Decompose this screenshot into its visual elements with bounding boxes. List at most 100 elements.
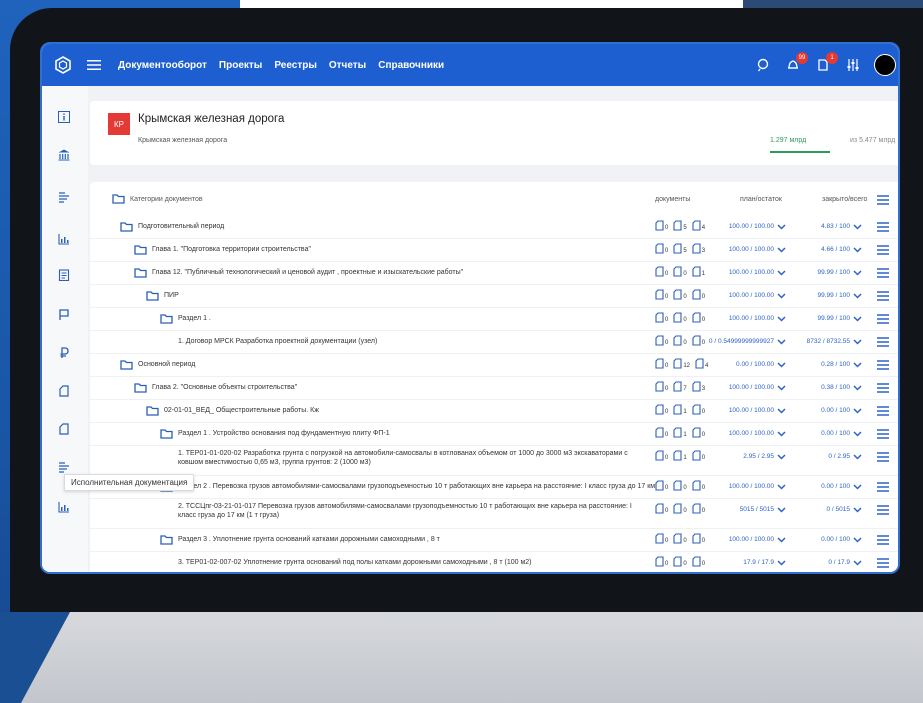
table-row[interactable]: 3. ТЕР01-02-007-02 Уплотнение грунта осн… [90,552,898,572]
table-row[interactable]: Глава 2. "Основные объекты строительства… [90,377,898,400]
row-plan[interactable]: 100.00 / 100.00 [729,536,786,543]
doc-count[interactable]: 0 [655,243,668,254]
doc-count[interactable]: 0 [655,220,668,231]
nav-registries[interactable]: Реестры [274,60,317,71]
doc-count[interactable]: 1 [673,427,687,438]
row-closed[interactable]: 0.00 / 100 [821,483,862,490]
row-menu-icon[interactable] [876,450,890,464]
chart-icon[interactable] [55,498,73,516]
document-icon[interactable] [55,382,73,400]
row-menu-icon[interactable] [876,358,890,372]
row-plan[interactable]: 100.00 / 100.00 [729,269,786,276]
row-closed[interactable]: 0 / 5015 [827,506,863,513]
doc-count[interactable]: 0 [673,480,687,491]
doc-count[interactable]: 5 [673,220,687,231]
row-closed[interactable]: 99.99 / 100 [817,269,862,276]
row-closed[interactable]: 4.83 / 100 [821,223,862,230]
row-closed[interactable]: 0.00 / 100 [821,407,862,414]
table-row[interactable]: Глава 1. "Подготовка территории строител… [90,239,898,262]
flag-icon[interactable] [55,306,73,324]
row-menu-icon[interactable] [876,289,890,303]
row-closed[interactable]: 0 / 17.9 [828,559,862,566]
row-menu-icon[interactable] [876,533,890,547]
doc-count[interactable]: 0 [673,533,687,544]
doc-count[interactable]: 0 [655,450,668,461]
table-row[interactable]: Раздел 3 . Уплотнение грунта оснований к… [90,529,898,552]
row-plan[interactable]: 100.00 / 100.00 [729,384,786,391]
row-menu-icon[interactable] [876,381,890,395]
table-row[interactable]: ПИР 0 0 0 100.00 / 100.00 99.99 / 100 [90,285,898,308]
row-closed[interactable]: 0.00 / 100 [821,536,862,543]
row-plan[interactable]: 100.00 / 100.00 [729,223,786,230]
document-icon[interactable]: 1 [814,52,838,74]
doc-count[interactable]: 0 [655,480,668,491]
row-menu-icon[interactable] [876,312,890,326]
row-plan[interactable]: 100.00 / 100.00 [729,315,786,322]
doc-count[interactable]: 0 [673,503,687,514]
row-closed[interactable]: 4.66 / 100 [821,246,862,253]
doc-count[interactable]: 12 [673,358,690,369]
row-menu-icon[interactable] [876,335,890,349]
ruble-icon[interactable] [55,344,73,362]
avatar[interactable] [874,54,896,76]
doc-count[interactable]: 0 [692,427,705,438]
row-plan[interactable]: 5015 / 5015 [740,506,786,513]
row-menu-icon[interactable] [876,480,890,494]
row-closed[interactable]: 0.00 / 100 [821,430,862,437]
doc-count[interactable]: 7 [673,381,687,392]
row-menu-icon[interactable] [876,503,890,517]
doc-count[interactable]: 0 [692,335,705,346]
doc-count[interactable]: 0 [655,381,668,392]
table-row[interactable]: 1. Договор МРСК Разработка проектной док… [90,331,898,354]
doc-count[interactable]: 0 [692,289,705,300]
doc-count[interactable]: 0 [655,289,668,300]
row-plan[interactable]: 0 / 0.54999999999927 [709,338,786,345]
doc-count[interactable]: 0 [673,266,687,277]
doc-count[interactable]: 0 [692,533,705,544]
doc-count[interactable]: 0 [655,404,668,415]
doc-count[interactable]: 0 [673,289,687,300]
doc-count[interactable]: 0 [655,503,668,514]
row-menu-icon[interactable] [876,556,890,570]
doc-count[interactable]: 5 [673,243,687,254]
nav-projects[interactable]: Проекты [219,60,262,71]
row-menu-icon[interactable] [876,427,890,441]
doc-count[interactable]: 0 [692,480,705,491]
chart-icon[interactable] [55,230,73,248]
calendar-icon[interactable] [55,266,73,284]
row-closed[interactable]: 99.99 / 100 [817,315,862,322]
row-plan[interactable]: 100.00 / 100.00 [729,407,786,414]
row-menu-icon[interactable] [876,266,890,280]
doc-count[interactable]: 0 [692,450,705,461]
doc-count[interactable]: 0 [673,335,687,346]
logo-icon[interactable] [48,44,78,86]
bell-icon[interactable]: 99 [784,52,808,74]
row-plan[interactable]: 100.00 / 100.00 [729,246,786,253]
nav-documents[interactable]: Документооборот [118,60,207,71]
header-menu-icon[interactable] [876,193,890,207]
doc-count[interactable]: 0 [655,358,668,369]
doc-count[interactable]: 0 [655,556,668,567]
doc-count[interactable]: 0 [673,556,687,567]
list-icon[interactable] [55,188,73,206]
row-closed[interactable]: 0.28 / 100 [821,361,862,368]
doc-count[interactable]: 3 [692,243,705,254]
doc-count[interactable]: 0 [692,556,705,567]
row-plan[interactable]: 0.00 / 100.00 [736,361,786,368]
doc-count[interactable]: 1 [673,450,687,461]
search-icon[interactable] [754,56,772,74]
table-row[interactable]: Раздел 1 . 0 0 0 100.00 / 100.00 99.99 / 100 [90,308,898,331]
doc-count[interactable]: 0 [655,266,668,277]
doc-count[interactable]: 1 [673,404,687,415]
doc-count[interactable]: 4 [692,220,705,231]
row-closed[interactable]: 8732 / 8732.55 [807,338,862,345]
row-closed[interactable]: 0.38 / 100 [821,384,862,391]
row-closed[interactable]: 99.99 / 100 [817,292,862,299]
doc-count[interactable]: 3 [692,381,705,392]
row-plan[interactable]: 17.9 / 17.9 [743,559,786,566]
row-plan[interactable]: 2.95 / 2.95 [743,453,786,460]
hamburger-icon[interactable] [82,59,106,71]
table-row[interactable]: Глава 12. "Публичный технологический и ц… [90,262,898,285]
row-menu-icon[interactable] [876,404,890,418]
table-row[interactable]: 02-01-01_ВЕД_ Общестроительные работы. К… [90,400,898,423]
